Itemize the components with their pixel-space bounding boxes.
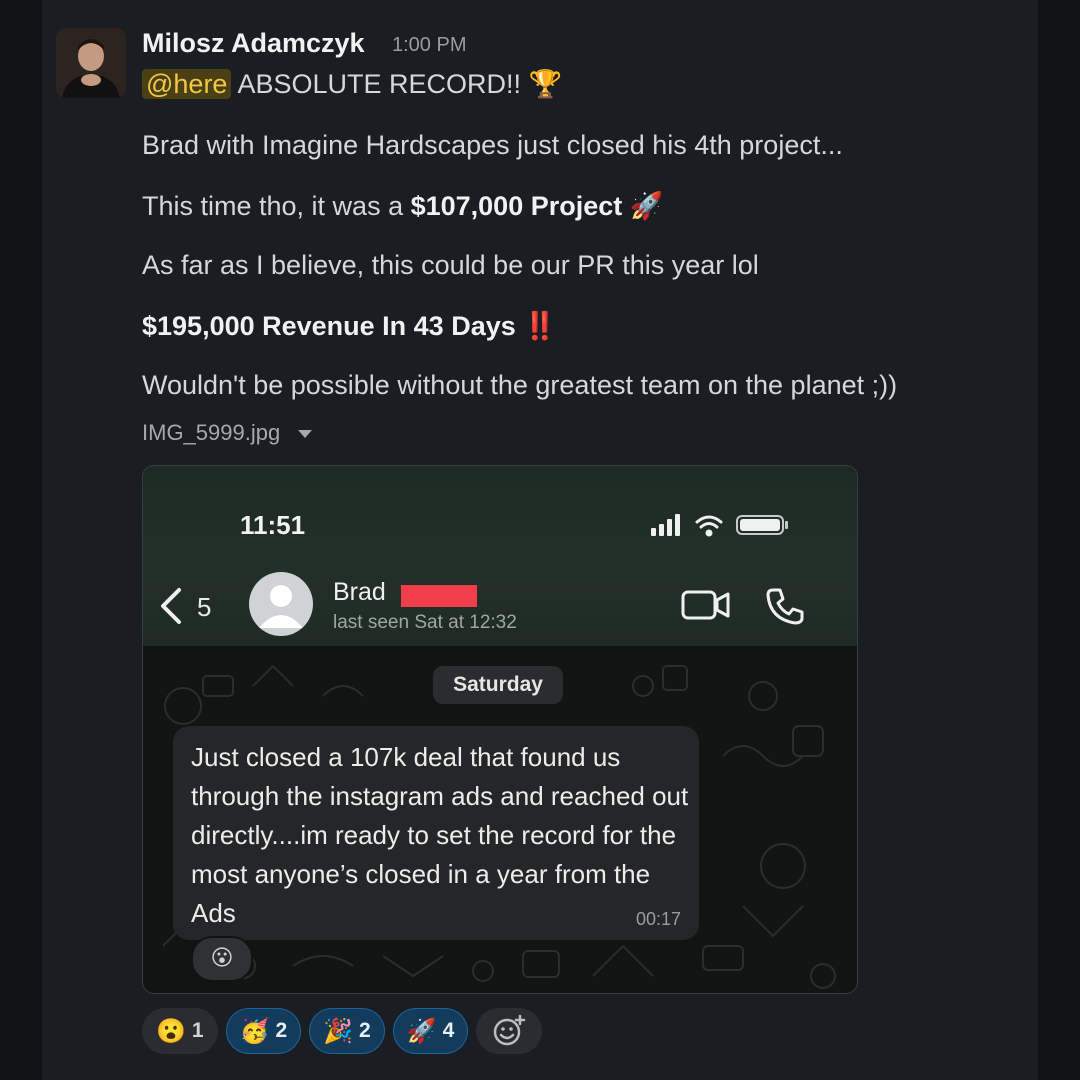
reaction-party-popper[interactable]: 🎉 2 [309,1008,385,1054]
chevron-down-icon[interactable] [296,428,314,440]
bubble-time: 00:17 [635,909,681,929]
message-line-5: Wouldn't be possible without the greates… [142,370,898,400]
here-mention[interactable]: @here [142,69,232,99]
cellular-signal-icon [651,514,680,536]
avatar-photo [56,28,126,98]
line2-prefix: This time tho, it was a [142,191,411,221]
attachment-label[interactable]: IMG_5999.jpg [142,420,314,446]
add-reaction-icon [494,1014,526,1046]
message-time[interactable]: 1:00 PM [392,34,466,57]
reaction-partying-face[interactable]: 🥳 2 [225,1008,302,1054]
rocket-icon: 🚀 [406,1017,437,1045]
battery-icon [736,515,788,535]
add-reaction-button[interactable] [476,1008,543,1054]
partying-face-icon: 🥳 [239,1017,270,1045]
reaction-count: 1 [191,1019,204,1042]
video-call-icon[interactable] [681,588,731,622]
rocket-icon: 🚀 [629,191,664,221]
right-panel [1038,0,1080,1080]
astonished-face-icon: 😮 [156,1017,186,1045]
last-seen: last seen Sat at 12:32 [333,612,517,633]
reactions-row: 😮 1 🥳 2 🎉 2 🚀 4 [142,1008,543,1054]
redaction-bar [401,585,477,607]
message-line-1: Brad with Imagine Hardscapes just closed… [142,130,843,160]
message-line-2: This time tho, it was a $107,000 Project… [142,190,663,222]
wifi-icon [695,515,723,537]
contact-avatar[interactable] [249,572,313,636]
contact-name[interactable]: Brad [333,578,386,607]
line4-bold: $195,000 Revenue In 43 Days [142,311,516,341]
message-line-4: $195,000 Revenue In 43 Days ‼️ [142,310,557,342]
chat-bubble[interactable]: Just closed a 107k deal that found us th… [173,726,699,940]
reaction-count: 2 [359,1019,371,1042]
status-icons [649,512,799,542]
sender-name[interactable]: Milosz Adamczyk [142,28,365,59]
message-line-3: As far as I believe, this could be our P… [142,250,759,280]
reaction-rocket[interactable]: 🚀 4 [392,1008,469,1054]
phone-call-icon[interactable] [765,586,805,626]
message: Milosz Adamczyk 1:00 PM @here ABSOLUTE R… [42,0,1038,1080]
reaction-astonished[interactable]: 😮 1 [142,1008,218,1054]
reaction-count: 4 [442,1019,455,1042]
reaction-count: 2 [275,1019,288,1042]
avatar[interactable] [56,28,126,98]
back-chevron-icon[interactable] [157,586,187,626]
bubble-reaction[interactable]: 😮 [191,936,253,982]
back-count[interactable]: 5 [197,592,211,623]
line2-bold: $107,000 Project [410,191,623,221]
attachment-name: IMG_5999.jpg [142,420,281,445]
headline-text: ABSOLUTE RECORD!! [237,69,522,99]
party-popper-icon: 🎉 [323,1017,354,1045]
trophy-icon: 🏆 [528,69,563,99]
double-exclamation-icon: ‼️ [523,311,557,341]
attachment-image[interactable]: 11:51 5 Brad last seen Sat at 12:32 Satu… [142,465,858,994]
date-separator: Saturday [433,666,563,704]
status-time: 11:51 [240,510,306,540]
bubble-text: Just closed a 107k deal that found us th… [191,742,689,928]
headline-line: @here ABSOLUTE RECORD!! 🏆 [142,68,562,100]
left-panel [0,0,42,1080]
